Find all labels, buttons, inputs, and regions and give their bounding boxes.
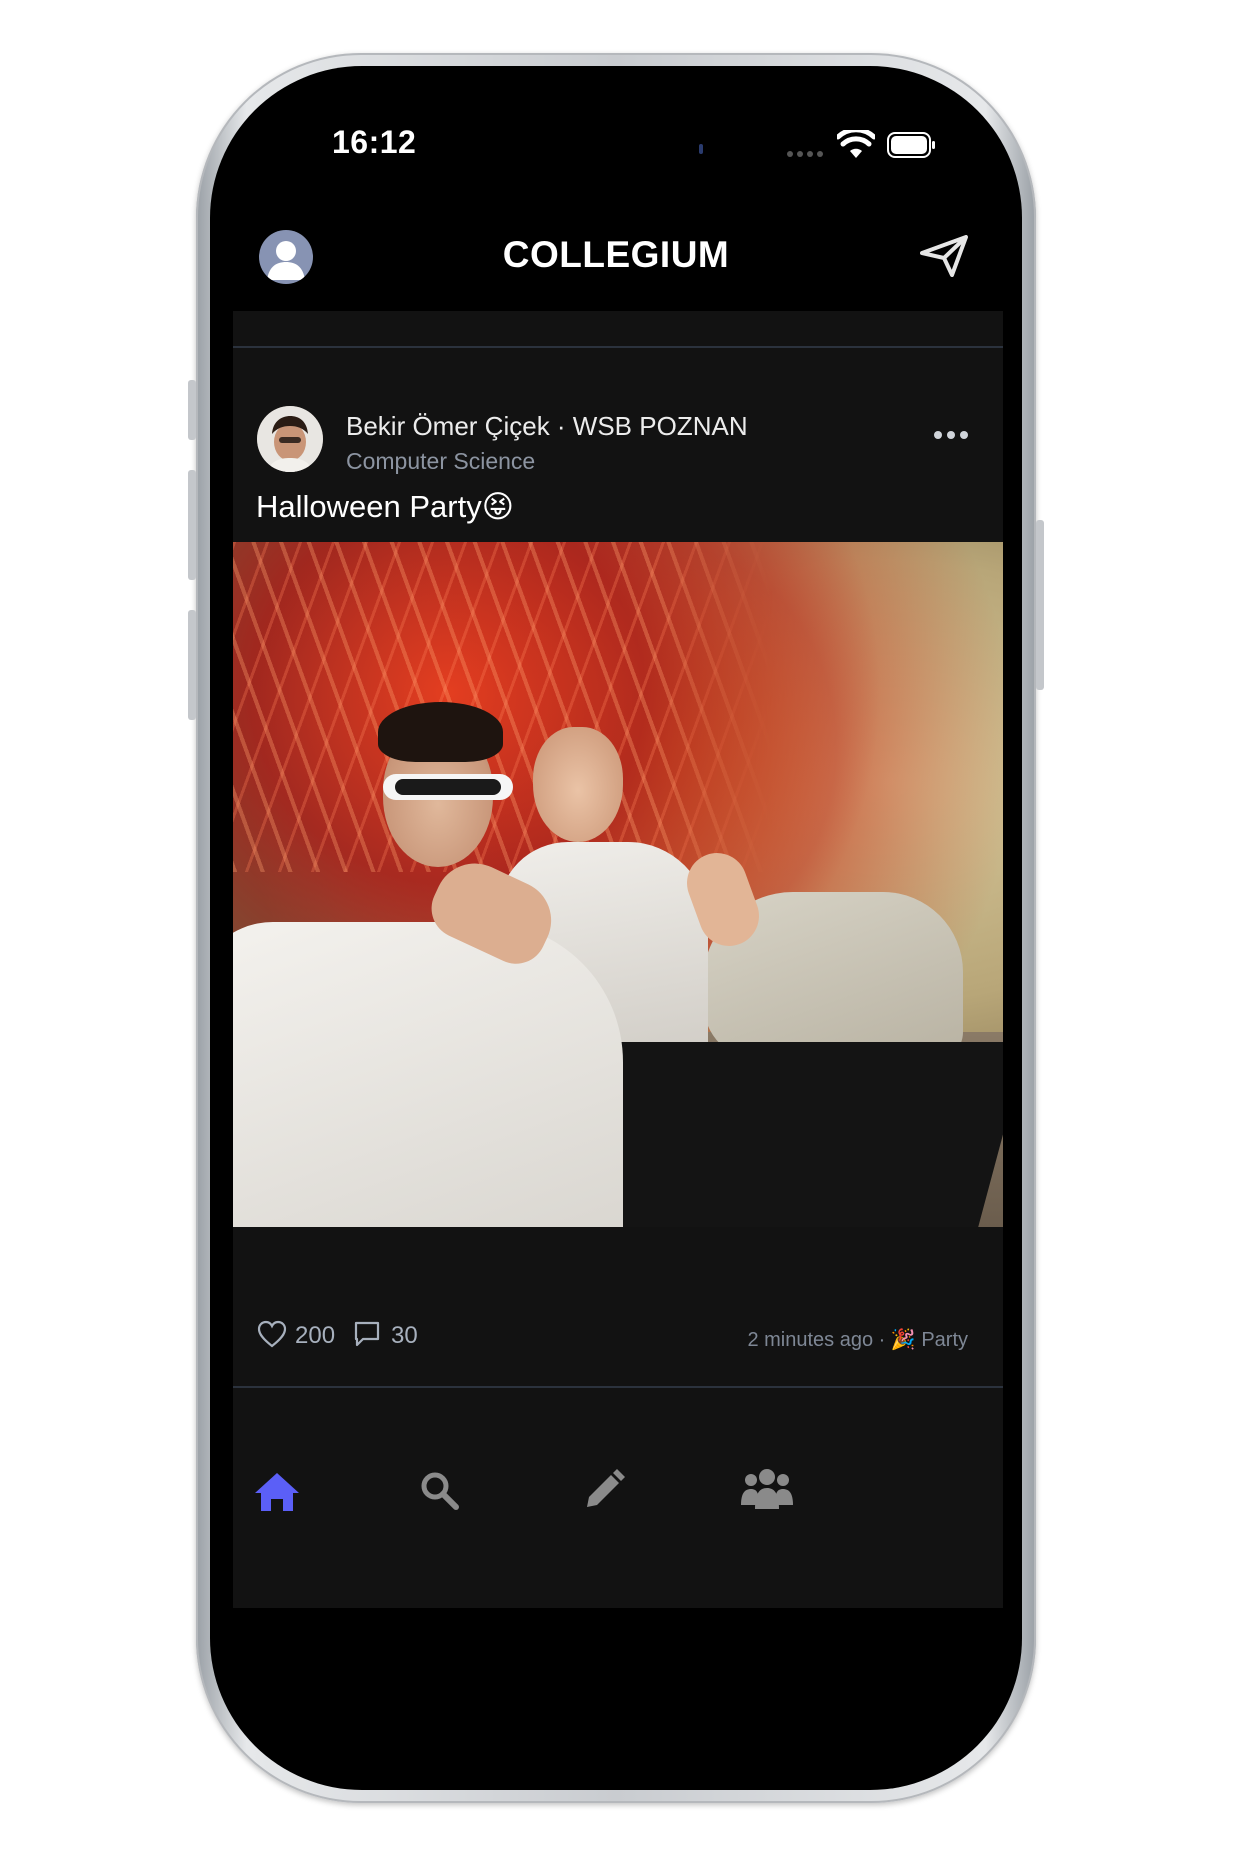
heart-icon: [257, 1320, 287, 1348]
pencil-icon[interactable]: [573, 1461, 633, 1521]
side-button-power: [1036, 520, 1044, 690]
photo-person-right-face: [533, 727, 623, 842]
battery-icon: [887, 132, 935, 158]
side-button-volume-up: [188, 470, 196, 580]
home-icon[interactable]: [247, 1461, 307, 1521]
feed[interactable]: Bekir Ömer Çiçek · WSB POZNAN Computer S…: [233, 311, 1003, 1608]
side-button-volume-down: [188, 610, 196, 720]
post-divider-bottom: [233, 1386, 1003, 1388]
phone-screen: 16:12 COLLEGIUM Bekir Ömer Çiçek · WSB P…: [210, 66, 1022, 1790]
more-options-icon[interactable]: [933, 430, 969, 440]
like-count: 200: [295, 1322, 336, 1349]
wifi-icon: [837, 130, 875, 158]
groups-icon[interactable]: [737, 1461, 797, 1521]
post-text: Halloween Party😝: [256, 489, 515, 524]
comment-count: 30: [391, 1322, 418, 1349]
post-image[interactable]: [233, 542, 1003, 1227]
app-title: COLLEGIUM: [502, 234, 730, 275]
camera-indicator: [699, 144, 703, 154]
photo-background-wall: [233, 542, 1003, 872]
photo-sunglasses: [383, 774, 513, 800]
side-button-mute: [188, 380, 196, 440]
search-icon[interactable]: [410, 1461, 470, 1521]
status-time: 16:12: [332, 124, 417, 160]
send-icon[interactable]: [920, 235, 968, 277]
photo-person-left: [233, 922, 623, 1227]
post-author[interactable]: Bekir Ömer Çiçek · WSB POZNAN: [346, 411, 748, 442]
post-author-department: Computer Science: [346, 448, 536, 474]
comment-icon: [354, 1321, 380, 1347]
photo-person-left-hair: [378, 702, 503, 762]
cellular-signal-icon: [787, 151, 823, 157]
post-divider-top: [233, 346, 1003, 348]
post-meta: 2 minutes ago · 🎉 Party: [747, 1329, 968, 1351]
author-avatar[interactable]: [257, 406, 323, 472]
